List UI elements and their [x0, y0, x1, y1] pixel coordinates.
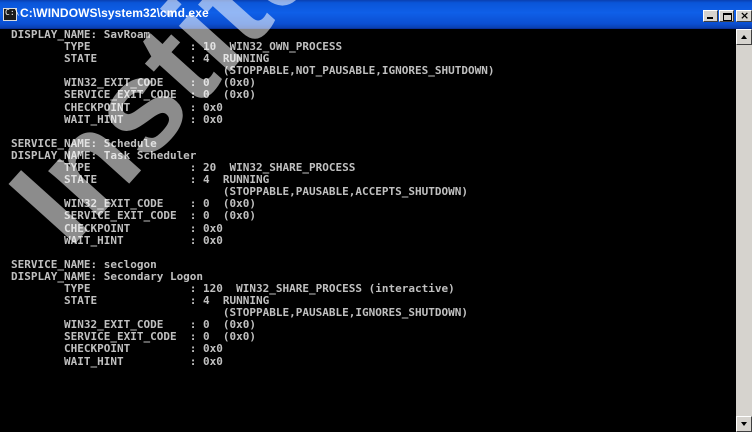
console-line: CHECKPOINT : 0x0 — [11, 342, 223, 356]
close-button[interactable]: × — [736, 9, 752, 22]
maximize-button[interactable] — [719, 10, 734, 22]
console-line: SERVICE_EXIT_CODE : 0 (0x0) — [11, 209, 257, 223]
console-line: WAIT_HINT : 0x0 — [11, 354, 223, 368]
console-line: WAIT_HINT : 0x0 — [11, 112, 223, 126]
console-line: CHECKPOINT : 0x0 — [11, 221, 223, 235]
close-icon: × — [740, 9, 750, 22]
cmd-icon-text: C:\ — [5, 8, 20, 17]
vertical-scrollbar[interactable] — [736, 29, 752, 432]
window-title: C:\WINDOWS\system32\cmd.exe — [20, 6, 209, 20]
console-output[interactable]: DISPLAY_NAME: SavRoam TYPE : 10 WIN32_OW… — [0, 29, 736, 432]
scroll-up-button[interactable] — [736, 29, 752, 45]
minimize-button[interactable] — [703, 10, 718, 22]
console-text: DISPLAY_NAME: SavRoam TYPE : 10 WIN32_OW… — [0, 29, 736, 392]
title-bar[interactable]: C:\ C:\WINDOWS\system32\cmd.exe × — [0, 0, 752, 29]
console-line: WAIT_HINT : 0x0 — [11, 233, 223, 247]
console-line: CHECKPOINT : 0x0 — [11, 100, 223, 114]
cmd-window: C:\ C:\WINDOWS\system32\cmd.exe × DISPLA… — [0, 0, 752, 432]
console-line: SERVICE_EXIT_CODE : 0 (0x0) — [11, 88, 257, 102]
scroll-down-button[interactable] — [736, 416, 752, 432]
cmd-app-icon[interactable]: C:\ — [3, 8, 20, 21]
